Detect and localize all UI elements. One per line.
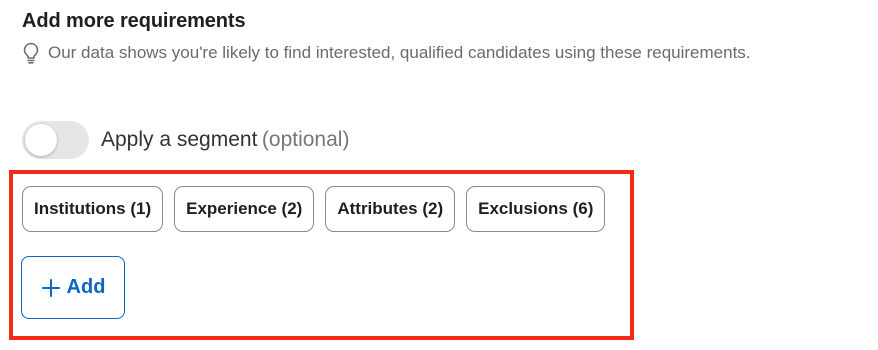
segment-row: Apply a segment (optional): [22, 121, 349, 159]
plus-icon: [41, 278, 61, 298]
toggle-knob: [25, 124, 57, 156]
section-title: Add more requirements: [22, 10, 246, 32]
lightbulb-icon: [22, 42, 40, 64]
add-button-label: Add: [66, 276, 106, 298]
segment-optional-label: (optional): [261, 128, 350, 151]
segment-label: Apply a segment: [101, 128, 258, 151]
add-button[interactable]: Add: [21, 256, 125, 319]
hint-row: Our data shows you're likely to find int…: [22, 42, 751, 64]
chip-attributes[interactable]: Attributes (2): [325, 186, 456, 232]
chip-experience[interactable]: Experience (2): [174, 186, 315, 232]
requirement-chips: Institutions (1) Experience (2) Attribut…: [22, 186, 606, 232]
hint-text: Our data shows you're likely to find int…: [48, 43, 751, 62]
chip-exclusions[interactable]: Exclusions (6): [466, 186, 606, 232]
segment-toggle[interactable]: [22, 121, 89, 159]
chip-institutions[interactable]: Institutions (1): [22, 186, 164, 232]
